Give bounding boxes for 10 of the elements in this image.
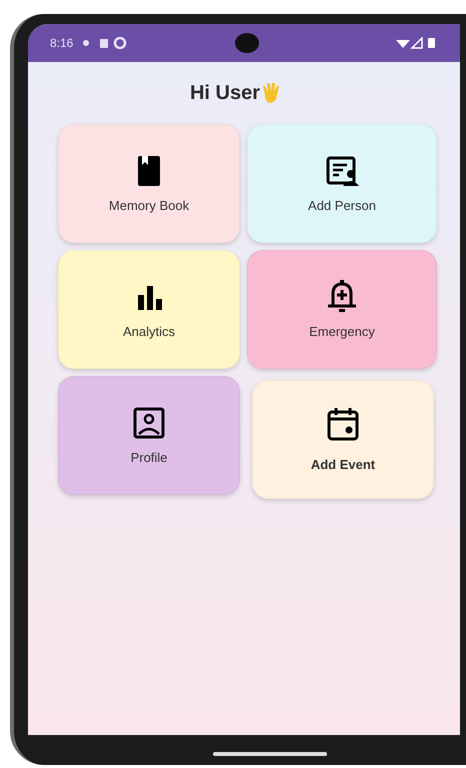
status-time: 8:16 <box>50 35 74 52</box>
menu-tile[interactable]: Add Event <box>252 380 434 499</box>
camera-icon <box>235 33 260 53</box>
greeting-title: Hi User <box>190 81 260 106</box>
menu-tile[interactable]: Profile <box>58 376 240 495</box>
signal-battery-icons <box>396 37 438 49</box>
menu-tile[interactable]: Memory Book <box>58 124 240 243</box>
menu-tile[interactable]: Add Person <box>247 124 437 243</box>
menu-tile[interactable]: Emergency <box>247 250 437 369</box>
menu-tile[interactable]: Analytics <box>58 250 240 369</box>
